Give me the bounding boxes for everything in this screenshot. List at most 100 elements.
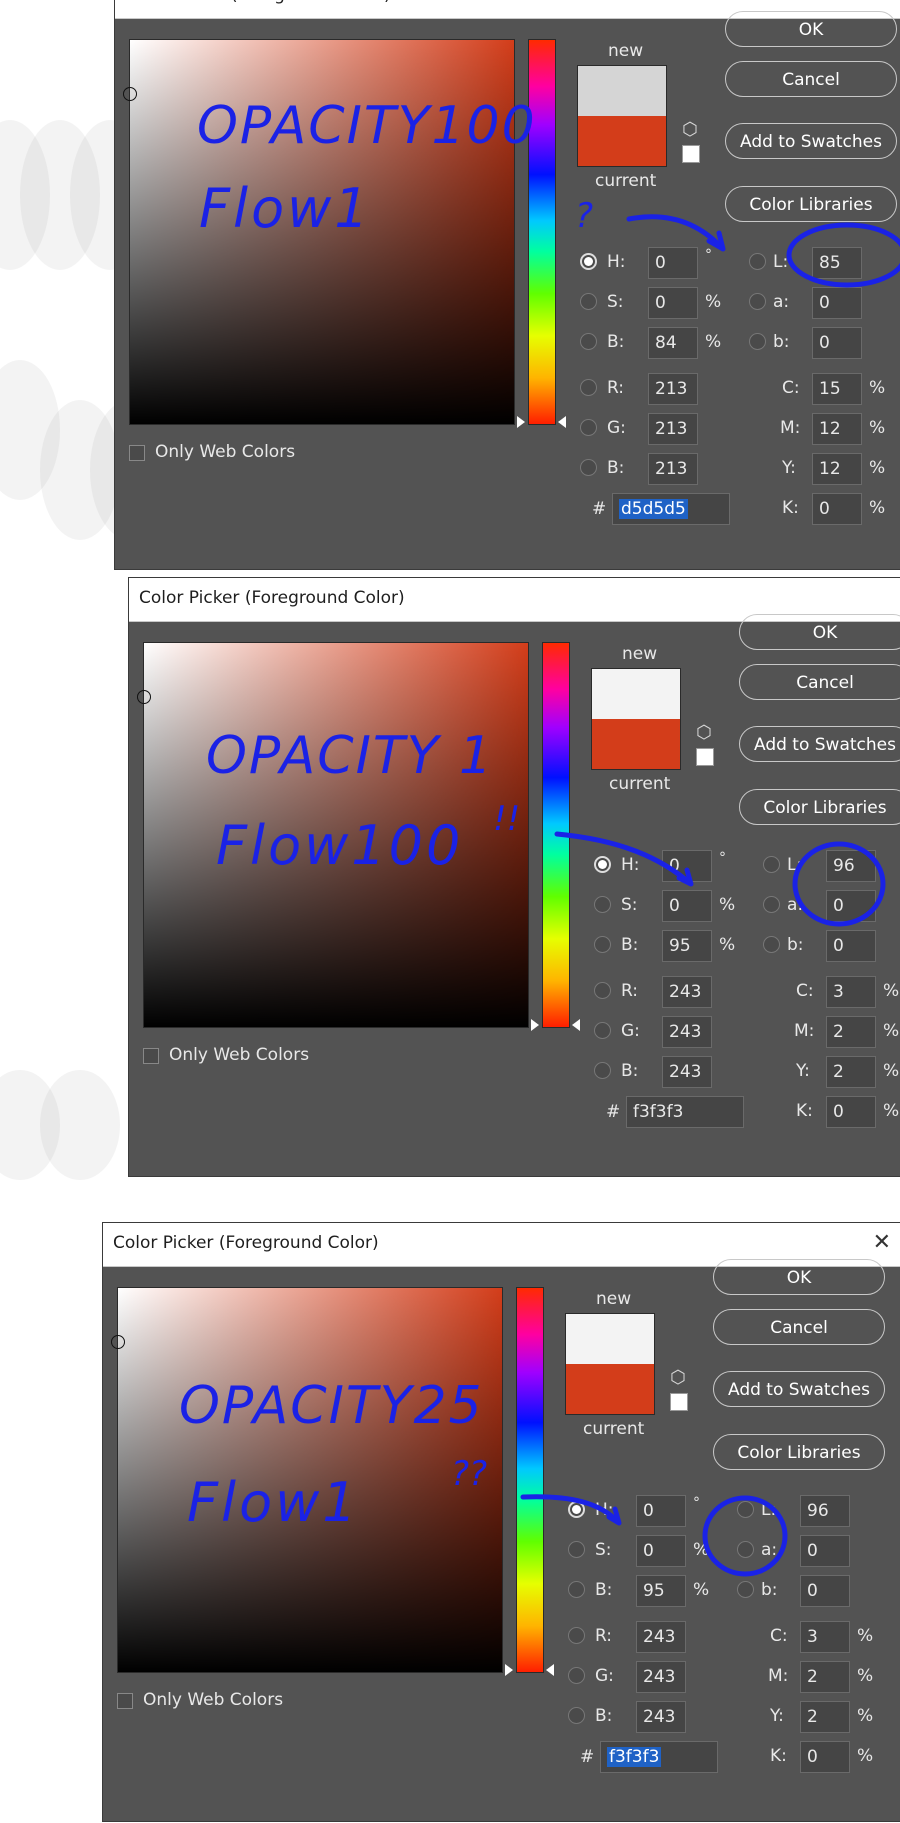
gamut-warning-cube-icon[interactable]: ⬡ [670,1367,686,1388]
green-input[interactable]: 213 [648,413,698,445]
saturation-radio[interactable] [580,293,597,310]
add-to-swatches-button[interactable]: Add to Swatches [725,123,897,159]
b-channel-input[interactable]: 0 [800,1575,850,1607]
lightness-radio[interactable] [749,253,766,270]
field-slider-arrow[interactable] [517,416,525,428]
only-web-colors-checkbox[interactable] [129,445,145,461]
color-libraries-button[interactable]: Color Libraries [725,186,897,222]
black-input[interactable]: 0 [826,1096,876,1128]
hex-input[interactable]: f3f3f3 [626,1096,744,1128]
brightness-radio[interactable] [568,1581,585,1598]
brightness-radio[interactable] [580,333,597,350]
yellow-input[interactable]: 2 [826,1056,876,1088]
cyan-input[interactable]: 3 [800,1621,850,1653]
a-channel-radio[interactable] [749,293,766,310]
brightness-input[interactable]: 95 [636,1575,686,1607]
b-channel-input[interactable]: 0 [826,930,876,962]
hue-radio[interactable] [594,856,611,873]
hue-input[interactable]: 0 [648,247,698,279]
hex-input[interactable]: f3f3f3 [600,1741,718,1773]
hue-slider-arrow[interactable] [572,1019,580,1031]
cyan-input[interactable]: 15 [812,373,862,405]
a-channel-radio[interactable] [737,1541,754,1558]
hue-input[interactable]: 0 [636,1495,686,1527]
hue-slider[interactable] [542,642,570,1028]
magenta-input[interactable]: 2 [800,1661,850,1693]
ok-button[interactable]: OK [713,1259,885,1295]
current-color-swatch[interactable] [578,116,666,166]
hue-slider[interactable] [516,1287,544,1673]
color-field-marker[interactable] [123,87,137,101]
blue-radio[interactable] [580,459,597,476]
hue-slider-arrow[interactable] [558,416,566,428]
red-radio[interactable] [594,982,611,999]
brightness-radio[interactable] [594,936,611,953]
cancel-button[interactable]: Cancel [725,61,897,97]
b-channel-radio[interactable] [737,1581,754,1598]
field-slider-arrow[interactable] [505,1664,513,1676]
gamut-warning-cube-icon[interactable]: ⬡ [682,119,698,140]
ok-button[interactable]: OK [739,614,900,650]
field-slider-arrow[interactable] [531,1019,539,1031]
yellow-input[interactable]: 2 [800,1701,850,1733]
add-to-swatches-button[interactable]: Add to Swatches [739,726,900,762]
saturation-input[interactable]: 0 [648,287,698,319]
blue-radio[interactable] [594,1062,611,1079]
color-field[interactable] [111,1287,503,1673]
red-input[interactable]: 243 [662,976,712,1008]
hue-radio[interactable] [568,1501,585,1518]
gamut-warning-cube-icon[interactable]: ⬡ [696,722,712,743]
cancel-button[interactable]: Cancel [739,664,900,700]
add-to-swatches-button[interactable]: Add to Swatches [713,1371,885,1407]
magenta-input[interactable]: 2 [826,1016,876,1048]
hue-radio[interactable] [580,253,597,270]
color-field-marker[interactable] [137,690,151,704]
brightness-input[interactable]: 95 [662,930,712,962]
color-field[interactable] [137,642,529,1028]
cyan-input[interactable]: 3 [826,976,876,1008]
b-channel-radio[interactable] [749,333,766,350]
green-input[interactable]: 243 [636,1661,686,1693]
only-web-colors-checkbox[interactable] [117,1693,133,1709]
green-input[interactable]: 243 [662,1016,712,1048]
a-channel-input[interactable]: 0 [800,1535,850,1567]
blue-input[interactable]: 243 [636,1701,686,1733]
green-radio[interactable] [568,1667,585,1684]
brightness-input[interactable]: 84 [648,327,698,359]
only-web-colors-checkbox[interactable] [143,1048,159,1064]
b-channel-radio[interactable] [763,936,780,953]
blue-input[interactable]: 213 [648,453,698,485]
blue-radio[interactable] [568,1707,585,1724]
a-channel-input[interactable]: 0 [812,287,862,319]
cancel-button[interactable]: Cancel [713,1309,885,1345]
color-field[interactable] [123,39,515,425]
red-input[interactable]: 213 [648,373,698,405]
saturation-radio[interactable] [594,896,611,913]
ok-button[interactable]: OK [725,11,897,47]
web-safe-swatch-icon[interactable] [682,145,700,163]
saturation-input[interactable]: 0 [662,890,712,922]
close-icon[interactable]: ✕ [873,1230,891,1255]
green-radio[interactable] [594,1022,611,1039]
current-color-swatch[interactable] [566,1364,654,1414]
b-channel-input[interactable]: 0 [812,327,862,359]
lightness-radio[interactable] [763,856,780,873]
lightness-radio[interactable] [737,1501,754,1518]
a-channel-input[interactable]: 0 [826,890,876,922]
web-safe-swatch-icon[interactable] [696,748,714,766]
red-radio[interactable] [568,1627,585,1644]
yellow-input[interactable]: 12 [812,453,862,485]
saturation-radio[interactable] [568,1541,585,1558]
web-safe-swatch-icon[interactable] [670,1393,688,1411]
color-libraries-button[interactable]: Color Libraries [739,789,900,825]
red-radio[interactable] [580,379,597,396]
current-color-swatch[interactable] [592,719,680,769]
hue-slider-arrow[interactable] [546,1664,554,1676]
red-input[interactable]: 243 [636,1621,686,1653]
hue-slider[interactable] [528,39,556,425]
green-radio[interactable] [580,419,597,436]
blue-input[interactable]: 243 [662,1056,712,1088]
lightness-input[interactable]: 96 [800,1495,850,1527]
saturation-input[interactable]: 0 [636,1535,686,1567]
color-field-marker[interactable] [111,1335,125,1349]
